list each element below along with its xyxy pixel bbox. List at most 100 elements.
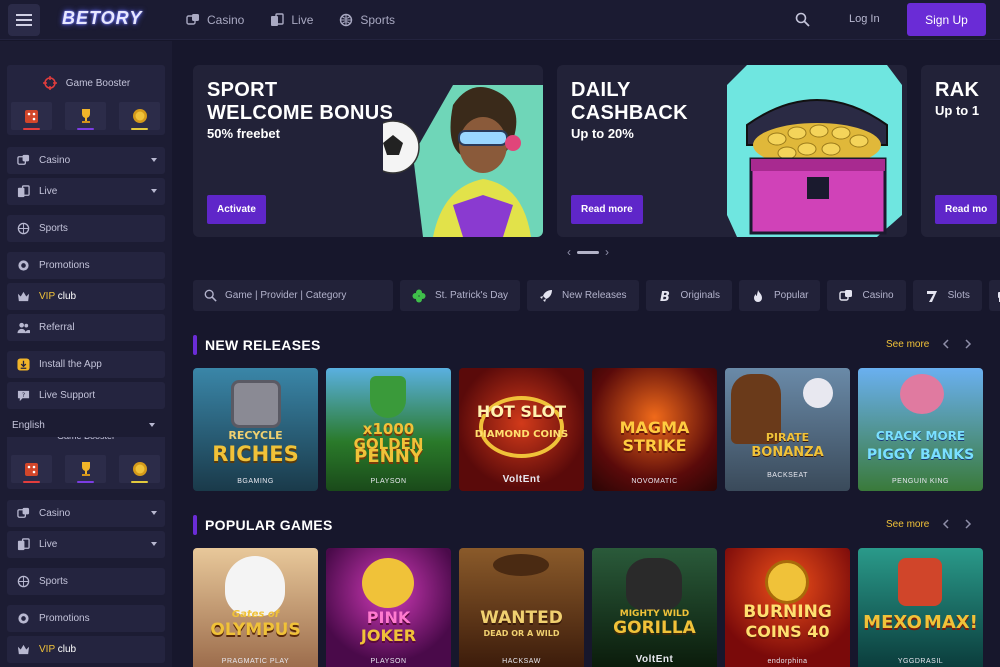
- game-tile-mexomax[interactable]: MEXO MAX! YGGDRASIL: [858, 548, 983, 667]
- chevron-down-icon: [151, 542, 157, 546]
- game-booster-button[interactable]: Game Booster: [7, 69, 165, 97]
- carousel-next-icon[interactable]: ›: [605, 245, 609, 259]
- sidebar: Game Booster Casino Live Sports Promotio…: [0, 41, 172, 667]
- gorilla-art: [626, 558, 682, 610]
- booster-dice-bar: [23, 481, 40, 483]
- banner-player-illustration: [383, 85, 543, 237]
- signup-button[interactable]: Sign Up: [907, 3, 986, 36]
- sidebar-item-live-2[interactable]: Live: [7, 531, 165, 558]
- game-tile-piggy-banks[interactable]: CRACK MORE PIGGY BANKS PENGUIN KING: [858, 368, 983, 491]
- filter-label: Casino: [862, 290, 894, 301]
- logo[interactable]: BETORY: [62, 8, 142, 29]
- search-icon[interactable]: [795, 12, 810, 27]
- nav-sports[interactable]: Sports: [339, 13, 395, 27]
- chevron-left-icon[interactable]: [940, 338, 952, 350]
- game-title-a: RECYCLE: [228, 429, 283, 442]
- nav-casino[interactable]: Casino: [186, 13, 244, 27]
- promotions-gift-icon: [18, 613, 29, 624]
- see-more-link[interactable]: See more: [886, 339, 929, 350]
- see-more-link[interactable]: See more: [886, 519, 929, 530]
- game-tile-golden-penny[interactable]: x1000 GOLDEN PENNY PLAYSON: [326, 368, 451, 491]
- sidebar-item-sports[interactable]: Sports: [7, 215, 165, 242]
- casino-dice-icon: [17, 154, 30, 165]
- game-tile-gates-of-olympus[interactable]: Gates of OLYMPUS PRAGMATIC PLAY: [193, 548, 318, 667]
- game-tile-burning-coins-40[interactable]: BURNING COINS 40 endorphina: [725, 548, 850, 667]
- live-cards-icon: [271, 13, 285, 26]
- sidebar-item-promotions-2[interactable]: Promotions: [7, 605, 165, 632]
- login-link[interactable]: Log In: [849, 13, 880, 25]
- filter-label: Slots: [947, 290, 970, 301]
- booster-coin-tile[interactable]: [119, 102, 160, 130]
- game-tile-recycle-riches[interactable]: RECYCLE RICHES BGAMING: [193, 368, 318, 491]
- sidebar-item-vip-club-2[interactable]: VIP club: [7, 636, 165, 663]
- sidebar-item-casino[interactable]: Casino: [7, 147, 165, 174]
- carousel-prev-icon[interactable]: ‹: [567, 245, 571, 259]
- game-search-input[interactable]: Game | Provider | Category: [193, 280, 393, 311]
- game-provider: YGGDRASIL: [897, 658, 944, 665]
- game-title-b: BONANZA: [751, 445, 824, 460]
- chevron-left-icon[interactable]: [940, 518, 952, 530]
- read-more-button-partial[interactable]: Read mo: [935, 195, 998, 224]
- zeus-art: [225, 556, 285, 616]
- menu-button[interactable]: [8, 4, 40, 36]
- crown-icon: [17, 291, 30, 302]
- game-title-a: PINK: [366, 608, 411, 627]
- main-content: SPORT WELCOME BONUS 50% freebet Activate …: [172, 41, 1000, 667]
- game-tile-wanted[interactable]: WANTED DEAD OR A WILD HACKSAW: [459, 548, 584, 667]
- banner-subtitle: Up to 1: [935, 103, 980, 118]
- sidebar-item-install-app[interactable]: Install the App: [7, 351, 165, 378]
- game-title-b: GORILLA: [613, 618, 696, 638]
- filter-popular[interactable]: Popular: [739, 280, 821, 311]
- filter-table-games[interactable]: [988, 280, 1000, 311]
- sidebar-item-casino-2[interactable]: Casino: [7, 500, 165, 527]
- casino-dice-icon: [186, 14, 199, 25]
- language-select[interactable]: English: [7, 413, 165, 437]
- banner-sport-welcome[interactable]: SPORT WELCOME BONUS 50% freebet Activate: [193, 65, 543, 237]
- filter-slots[interactable]: Slots: [912, 280, 982, 311]
- sidebar-item-referral[interactable]: Referral: [7, 314, 165, 341]
- booster-dice-tile[interactable]: [11, 102, 52, 130]
- game-title-a: Gates of: [231, 609, 280, 620]
- booster-trophy-bar: [77, 128, 94, 130]
- sidebar-item-sports-2[interactable]: Sports: [7, 568, 165, 595]
- filter-label: Popular: [774, 290, 809, 301]
- chevron-right-icon[interactable]: [962, 518, 974, 530]
- banner-daily-cashback[interactable]: DAILY CASHBACK Up to 20% Read more: [557, 65, 907, 237]
- sidebar-item-promotions[interactable]: Promotions: [7, 252, 165, 279]
- sidebar-item-live[interactable]: Live: [7, 178, 165, 205]
- top-bar: BETORY Casino Live Sports Log In Sign Up: [0, 0, 1000, 40]
- popular-games-header: POPULAR GAMES See more: [193, 515, 988, 535]
- chevron-right-icon[interactable]: [962, 338, 974, 350]
- activate-button[interactable]: Activate: [207, 195, 266, 224]
- game-provider: HACKSAW: [502, 658, 541, 665]
- game-provider: PLAYSON: [370, 658, 407, 665]
- banner-rakeback[interactable]: RAK Up to 1 Read mo: [921, 65, 1000, 237]
- filter-st-patricks[interactable]: St. Patrick's Day: [400, 280, 521, 311]
- new-releases-header: NEW RELEASES See more: [193, 335, 988, 355]
- game-tile-pink-joker[interactable]: PINK JOKER PLAYSON: [326, 548, 451, 667]
- nav-live-label: Live: [291, 13, 314, 27]
- nav-casino-label: Casino: [207, 13, 245, 27]
- booster-trophy-tile[interactable]: [65, 102, 106, 130]
- filter-new-releases[interactable]: New Releases: [527, 280, 639, 311]
- read-more-button[interactable]: Read more: [571, 195, 643, 224]
- filter-originals[interactable]: B Originals: [645, 280, 732, 311]
- filter-casino[interactable]: Casino: [827, 280, 906, 311]
- game-tile-hot-slot[interactable]: HOT SLOT DIAMOND COINS VoltEnt: [459, 368, 584, 491]
- booster-coin-tile[interactable]: [119, 455, 160, 483]
- booster-trophy-bar: [77, 481, 94, 483]
- booster-dice-tile[interactable]: [11, 455, 52, 483]
- sidebar-item-vip-club[interactable]: VIP club: [7, 283, 165, 310]
- game-tile-pirate-bonanza[interactable]: PIRATE BONANZA BACKSEAT: [725, 368, 850, 491]
- booster-trophy-tile[interactable]: [65, 455, 106, 483]
- rocket-icon: [540, 289, 553, 302]
- game-provider: BGAMING: [237, 478, 274, 485]
- nav-live[interactable]: Live: [270, 13, 313, 27]
- sidebar-item-live-support[interactable]: ? Live Support: [7, 382, 165, 409]
- game-title-a: MAGMA: [619, 418, 690, 437]
- banner-title: RAK: [935, 79, 980, 101]
- game-title: MEXO MAX!: [863, 612, 978, 633]
- sidebar-item-label: Promotions: [39, 260, 90, 271]
- game-tile-mighty-wild-gorilla[interactable]: MIGHTY WILD GORILLA VoltEnt: [592, 548, 717, 667]
- game-tile-magma-strike[interactable]: MAGMA STRIKE NOVOMATIC: [592, 368, 717, 491]
